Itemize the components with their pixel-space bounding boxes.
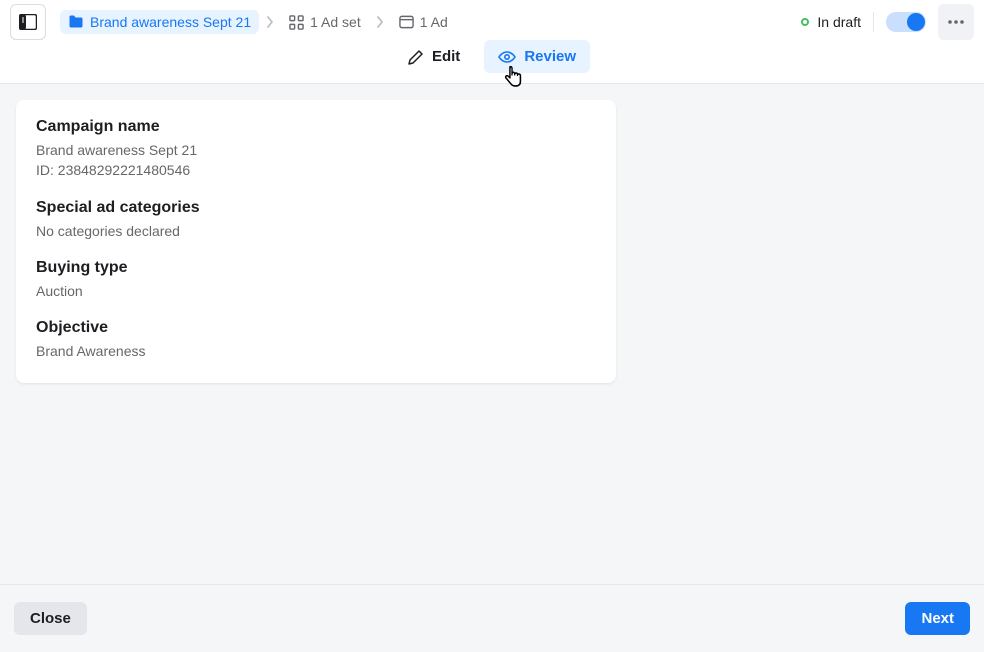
tab-review[interactable]: Review	[484, 40, 590, 73]
eye-icon	[498, 50, 516, 64]
next-button[interactable]: Next	[905, 602, 970, 635]
toggle-knob	[907, 13, 925, 31]
campaign-name-value: Brand awareness Sept 21	[36, 140, 596, 160]
pencil-icon	[408, 49, 424, 65]
breadcrumb-adset[interactable]: 1 Ad set	[281, 10, 369, 34]
breadcrumb-campaign-label: Brand awareness Sept 21	[90, 14, 251, 30]
close-button[interactable]: Close	[14, 602, 87, 635]
grid-icon	[289, 15, 304, 30]
more-options-button[interactable]	[938, 4, 974, 40]
tab-edit-label: Edit	[432, 48, 460, 65]
campaign-id-value: ID: 23848292221480546	[36, 160, 596, 180]
status-indicator: In draft	[801, 14, 861, 30]
tab-review-label: Review	[524, 48, 576, 65]
footer: Close Next	[0, 584, 984, 652]
campaign-name-title: Campaign name	[36, 118, 596, 136]
section-campaign-name: Campaign name Brand awareness Sept 21 ID…	[36, 118, 596, 181]
content-area: Campaign name Brand awareness Sept 21 ID…	[0, 84, 984, 584]
panel-toggle-button[interactable]	[10, 4, 46, 40]
breadcrumb-ad[interactable]: 1 Ad	[391, 10, 456, 34]
breadcrumb-adset-label: 1 Ad set	[310, 14, 361, 30]
section-objective: Objective Brand Awareness	[36, 319, 596, 361]
header: Brand awareness Sept 21 1 Ad set 1 Ad In…	[0, 0, 984, 84]
review-card: Campaign name Brand awareness Sept 21 ID…	[16, 100, 616, 383]
special-categories-title: Special ad categories	[36, 199, 596, 217]
breadcrumb-ad-label: 1 Ad	[420, 14, 448, 30]
ellipsis-icon	[947, 20, 965, 24]
status-label: In draft	[817, 14, 861, 30]
buying-type-value: Auction	[36, 281, 596, 301]
close-button-label: Close	[30, 610, 71, 627]
tabs: Edit Review	[0, 36, 984, 83]
panel-icon	[19, 14, 37, 30]
chevron-right-icon	[265, 16, 275, 28]
chevron-right-icon	[375, 16, 385, 28]
status-dot-icon	[801, 18, 809, 26]
buying-type-title: Buying type	[36, 259, 596, 277]
breadcrumb-campaign[interactable]: Brand awareness Sept 21	[60, 10, 259, 34]
section-buying-type: Buying type Auction	[36, 259, 596, 301]
objective-title: Objective	[36, 319, 596, 337]
ad-icon	[399, 15, 414, 29]
divider	[873, 12, 874, 32]
section-special-ad-categories: Special ad categories No categories decl…	[36, 199, 596, 241]
special-categories-value: No categories declared	[36, 221, 596, 241]
folder-icon	[68, 15, 84, 29]
header-right: In draft	[801, 4, 974, 40]
campaign-toggle[interactable]	[886, 12, 926, 32]
next-button-label: Next	[921, 610, 954, 627]
header-top-row: Brand awareness Sept 21 1 Ad set 1 Ad In…	[0, 0, 984, 36]
tab-edit[interactable]: Edit	[394, 40, 474, 73]
objective-value: Brand Awareness	[36, 341, 596, 361]
